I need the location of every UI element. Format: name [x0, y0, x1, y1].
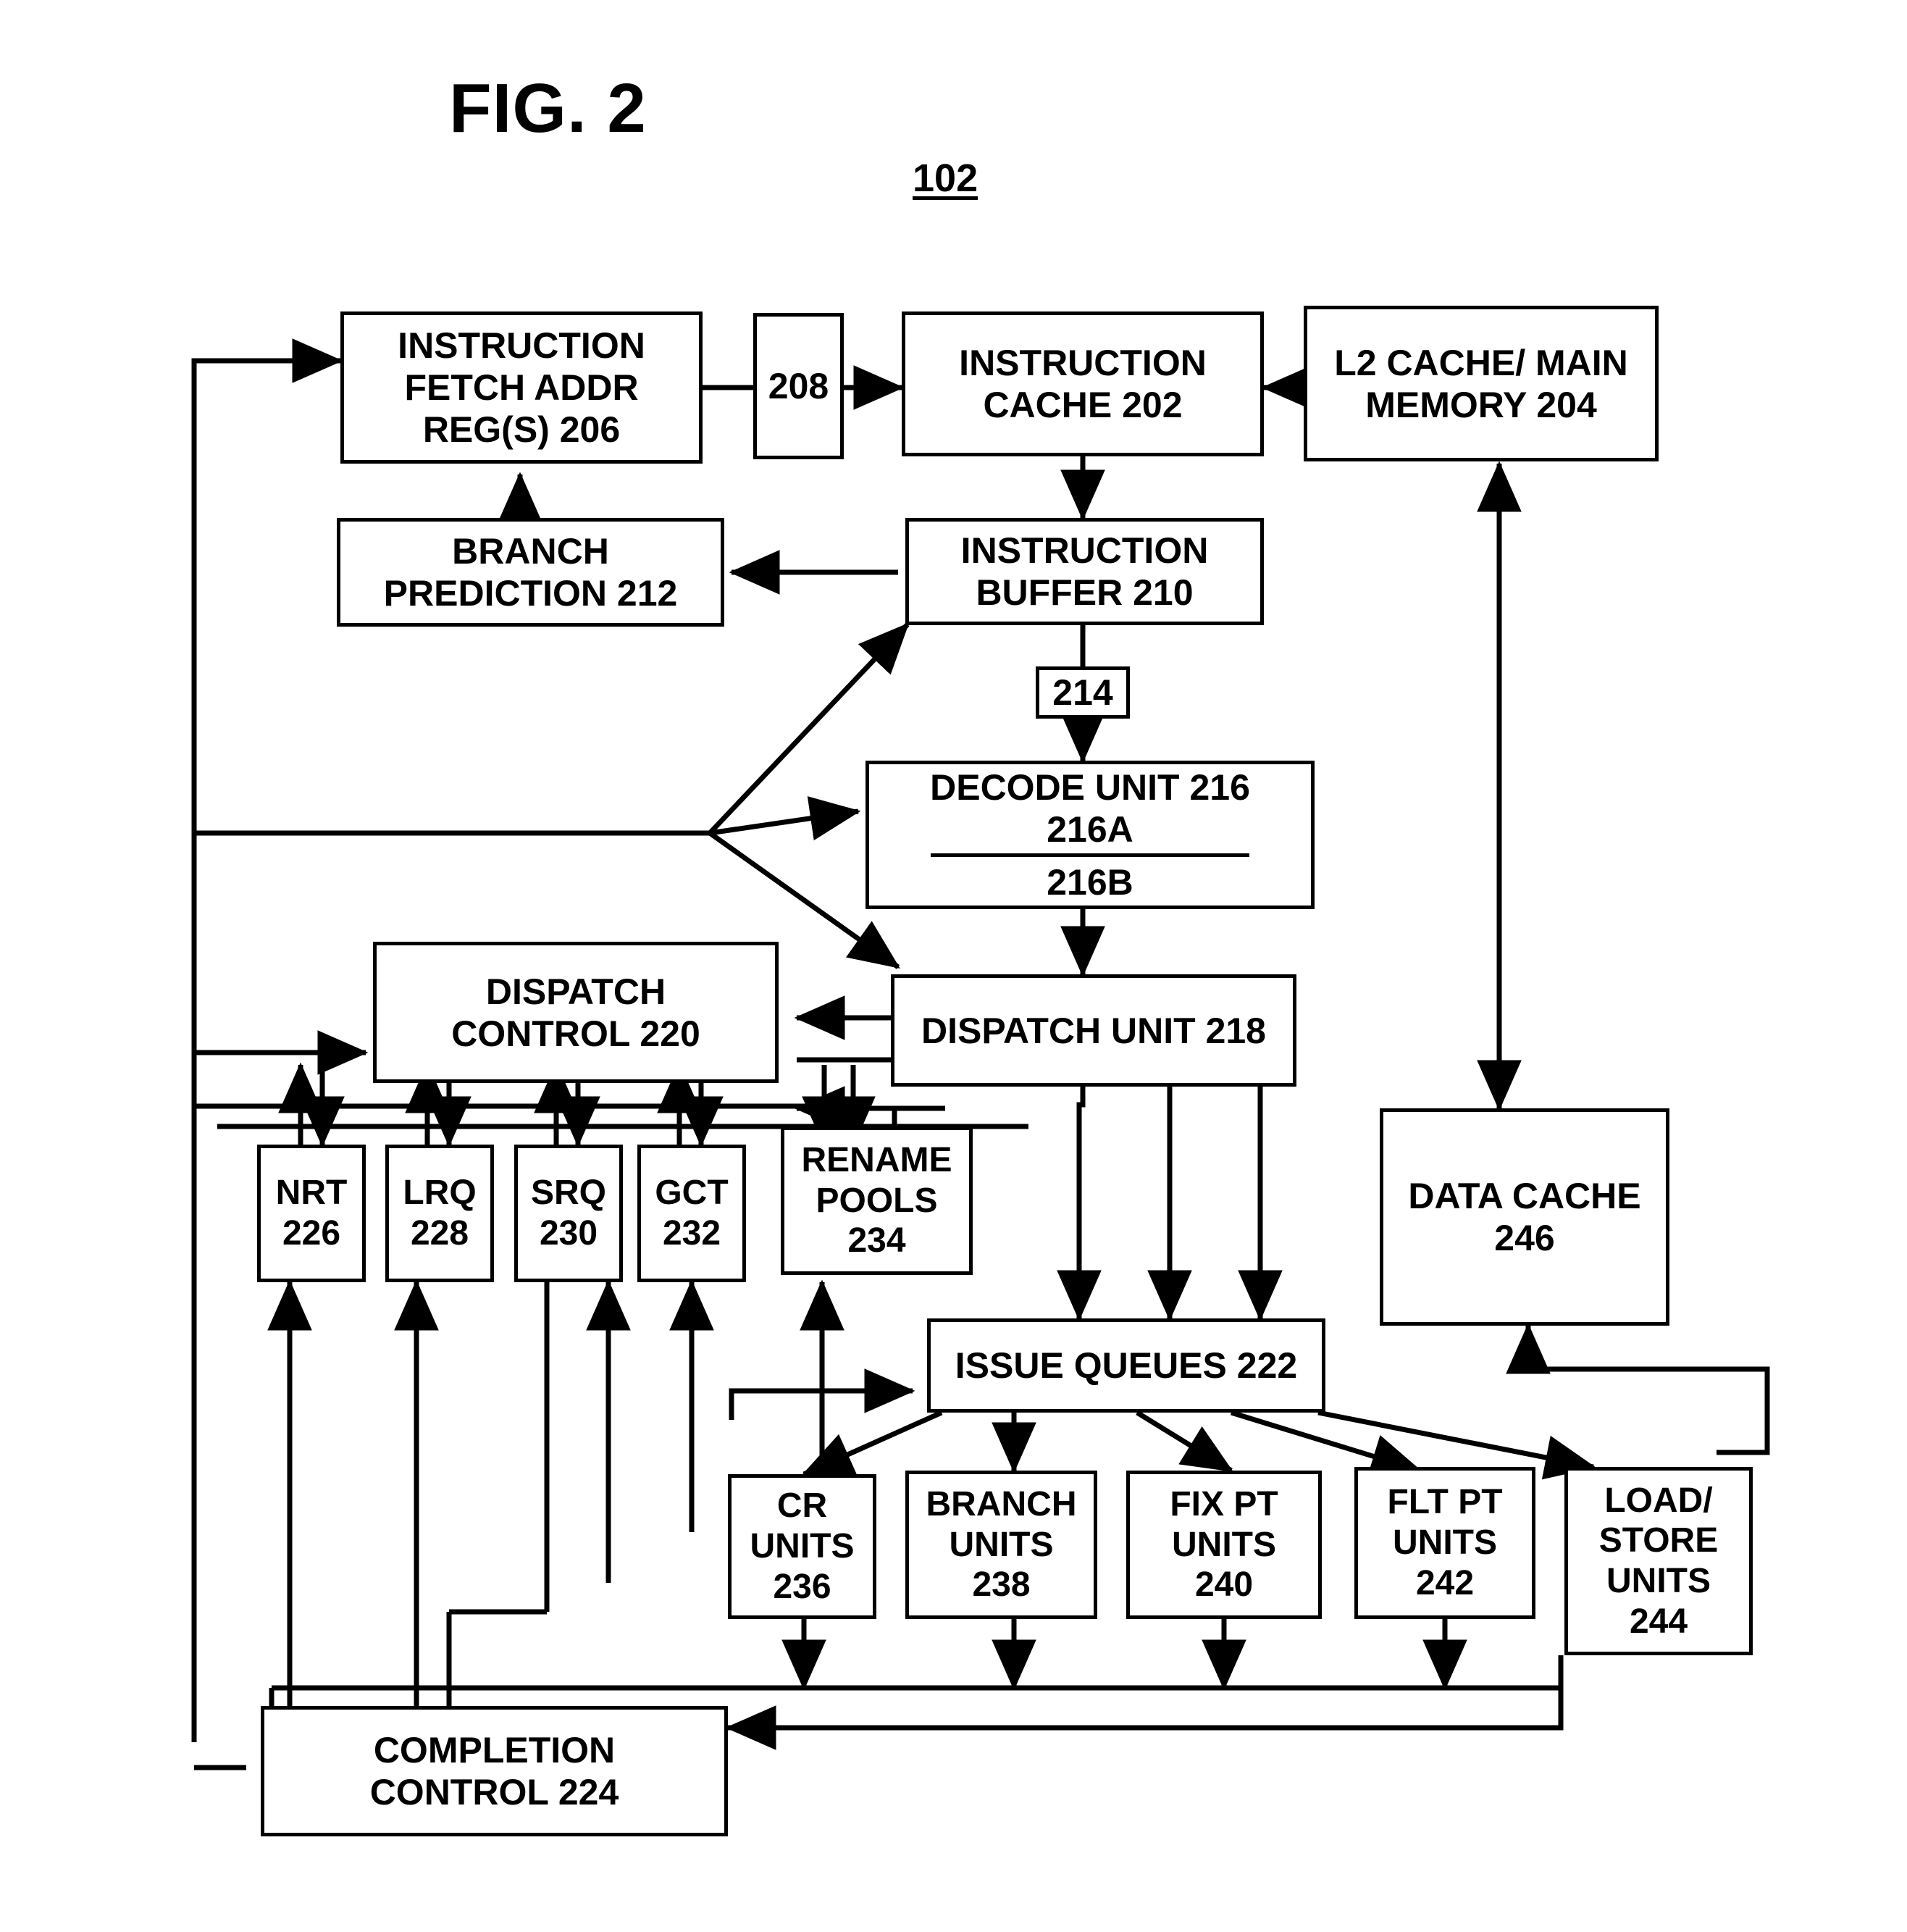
node-dispatch-control[interactable]: DISPATCH CONTROL 220 — [373, 942, 779, 1083]
node-gct[interactable]: GCT 232 — [637, 1145, 746, 1282]
node-line: RENAME — [801, 1140, 952, 1179]
node-line: 240 — [1194, 1565, 1254, 1605]
node-line: 226 — [282, 1214, 341, 1253]
node-line: 230 — [539, 1214, 598, 1253]
node-lrq[interactable]: LRQ 228 — [385, 1145, 494, 1282]
node-line: FLT PT — [1387, 1483, 1503, 1522]
node-line: 244 — [1629, 1602, 1688, 1641]
node-line: FETCH ADDR — [404, 367, 639, 408]
node-line: NRT — [275, 1174, 348, 1213]
node-line: PREDICTION 212 — [383, 573, 678, 614]
node-line: ISSUE QUEUES 222 — [955, 1345, 1298, 1386]
node-branch-prediction[interactable]: BRANCH PREDICTION 212 — [337, 518, 724, 627]
node-line: 214 — [1052, 672, 1113, 713]
node-line: UNITS — [750, 1527, 855, 1566]
node-completion-control[interactable]: COMPLETION CONTROL 224 — [261, 1706, 728, 1836]
node-line: BUFFER 210 — [976, 572, 1194, 613]
node-rename-pools[interactable]: RENAME POOLS 234 — [781, 1126, 973, 1275]
node-l2-cache-main-memory[interactable]: L2 CACHE/ MAIN MEMORY 204 — [1304, 306, 1659, 461]
node-load-store-units[interactable]: LOAD/ STORE UNITS 244 — [1564, 1467, 1753, 1655]
decode-divider — [931, 853, 1249, 857]
node-line: 228 — [410, 1214, 469, 1253]
node-line: BRANCH — [926, 1484, 1077, 1523]
node-instruction-fetch-addr-reg[interactable]: INSTRUCTION FETCH ADDR REG(S) 206 — [340, 311, 703, 464]
node-branch-units[interactable]: BRANCH UNITS 238 — [905, 1471, 1097, 1619]
node-line: LOAD/ — [1604, 1481, 1713, 1520]
node-line: L2 CACHE/ MAIN — [1334, 342, 1628, 383]
node-issue-queues[interactable]: ISSUE QUEUES 222 — [927, 1318, 1325, 1413]
node-line: CACHE 202 — [983, 385, 1183, 425]
node-line: DATA CACHE — [1408, 1176, 1641, 1216]
node-line: INSTRUCTION — [960, 530, 1209, 571]
node-line: INSTRUCTION — [959, 343, 1207, 383]
node-line: BRANCH — [452, 531, 609, 572]
node-line: LRQ — [403, 1174, 477, 1213]
node-line: UNITS — [1393, 1523, 1497, 1563]
node-line: DISPATCH — [485, 971, 666, 1012]
node-line: 208 — [768, 366, 829, 406]
node-line: DECODE UNIT 216 — [930, 767, 1250, 808]
patent-figure-page: FIG. 2 102 INSTRUCTION FETCH ADDR REG(S)… — [0, 0, 1907, 1932]
node-line: MEMORY 204 — [1365, 384, 1597, 425]
node-fix-pt-units[interactable]: FIX PT UNITS 240 — [1126, 1471, 1322, 1619]
node-line: DISPATCH UNIT 218 — [921, 1010, 1266, 1051]
node-srq[interactable]: SRQ 230 — [514, 1145, 623, 1282]
node-line: 234 — [847, 1221, 906, 1260]
node-line: 246 — [1494, 1218, 1555, 1258]
node-decode-unit[interactable]: DECODE UNIT 216 216A 216B — [866, 761, 1315, 909]
node-line: REG(S) 206 — [422, 409, 621, 450]
node-line: CR — [776, 1486, 828, 1526]
node-instruction-buffer[interactable]: INSTRUCTION BUFFER 210 — [905, 518, 1264, 625]
node-line: 236 — [773, 1567, 831, 1606]
node-line: FIX PT — [1170, 1484, 1278, 1523]
node-208[interactable]: 208 — [753, 313, 844, 459]
node-line: CONTROL 220 — [451, 1013, 700, 1054]
node-line: UNITS — [1606, 1562, 1711, 1600]
node-line: STORE — [1598, 1521, 1719, 1560]
node-instruction-cache[interactable]: INSTRUCTION CACHE 202 — [902, 311, 1264, 456]
node-data-cache[interactable]: DATA CACHE 246 — [1380, 1108, 1669, 1326]
node-214[interactable]: 214 — [1036, 666, 1130, 719]
node-line: 232 — [662, 1214, 721, 1253]
node-line: SRQ — [530, 1174, 606, 1213]
node-line: UNITS — [1172, 1525, 1276, 1564]
node-line: 216B — [1047, 862, 1133, 903]
node-line: 216A — [1047, 809, 1133, 850]
node-line: 238 — [972, 1565, 1031, 1605]
node-line: 242 — [1415, 1563, 1475, 1602]
node-line: CONTROL 224 — [369, 1772, 619, 1812]
node-line: POOLS — [816, 1181, 938, 1220]
node-dispatch-unit[interactable]: DISPATCH UNIT 218 — [891, 974, 1296, 1087]
node-line: GCT — [655, 1174, 729, 1213]
node-nrt[interactable]: NRT 226 — [257, 1145, 366, 1282]
node-flt-pt-units[interactable]: FLT PT UNITS 242 — [1354, 1467, 1535, 1619]
node-line: INSTRUCTION — [398, 325, 645, 366]
node-line: COMPLETION — [373, 1730, 616, 1770]
node-cr-units[interactable]: CR UNITS 236 — [728, 1474, 876, 1619]
node-line: UNITS — [949, 1525, 1054, 1564]
